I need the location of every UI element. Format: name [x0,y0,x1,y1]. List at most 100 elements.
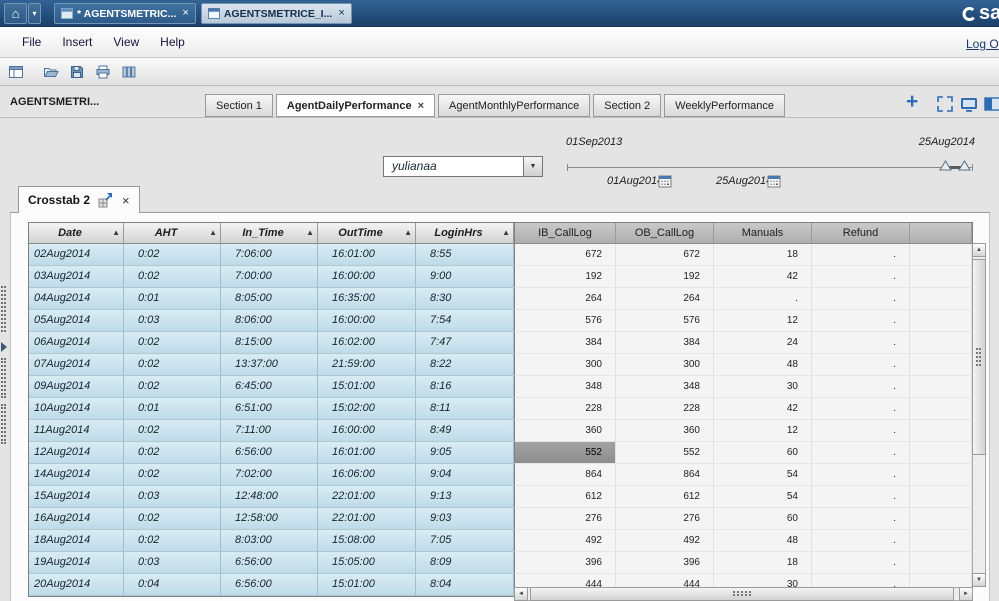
cell-manuals[interactable]: 48 [714,530,812,552]
cell-ib[interactable]: 264 [514,288,616,310]
cell-manuals[interactable]: 12 [714,310,812,332]
cell-login_hrs[interactable]: 8:09 [416,552,514,574]
cell-spacer[interactable] [910,376,972,398]
cell-refund[interactable]: . [812,530,910,552]
cell-login_hrs[interactable]: 8:30 [416,288,514,310]
scroll-right-button[interactable]: ► [959,587,973,601]
sort-ascending-icon[interactable]: ▲ [502,229,510,237]
cell-ob[interactable]: 396 [616,552,714,574]
cell-login_hrs[interactable]: 9:03 [416,508,514,530]
cell-aht[interactable]: 0:03 [124,310,221,332]
cell-aht[interactable]: 0:02 [124,354,221,376]
cell-spacer[interactable] [910,244,972,266]
cell-date[interactable]: 12Aug2014 [29,442,124,464]
cell-aht[interactable]: 0:01 [124,288,221,310]
cell-ib[interactable]: 192 [514,266,616,288]
panel-splitter-grip[interactable] [1,404,6,444]
home-button[interactable]: ⌂ [4,3,27,24]
cell-login_hrs[interactable]: 9:05 [416,442,514,464]
add-section-button[interactable]: + [906,90,918,114]
cell-date[interactable]: 16Aug2014 [29,508,124,530]
cell-login_hrs[interactable]: 9:04 [416,464,514,486]
cell-in_time[interactable]: 7:11:00 [221,420,318,442]
cell-aht[interactable]: 0:02 [124,376,221,398]
column-header-out_time[interactable]: OutTime▲ [318,223,416,244]
menu-view[interactable]: View [113,35,139,49]
split-view-button[interactable] [984,95,999,113]
cell-spacer[interactable] [910,530,972,552]
sort-ascending-icon[interactable]: ▲ [112,229,120,237]
cell-in_time[interactable]: 7:02:00 [221,464,318,486]
print-button[interactable] [91,61,115,83]
cell-manuals[interactable]: 54 [714,486,812,508]
cell-date[interactable]: 03Aug2014 [29,266,124,288]
cell-date[interactable]: 04Aug2014 [29,288,124,310]
cell-login_hrs[interactable]: 7:05 [416,530,514,552]
cell-spacer[interactable] [910,332,972,354]
column-header-date[interactable]: Date▲ [29,223,124,244]
cell-ob[interactable]: 360 [616,420,714,442]
cell-ib[interactable]: 552 [514,442,616,464]
cell-spacer[interactable] [910,398,972,420]
cell-aht[interactable]: 0:01 [124,398,221,420]
close-icon[interactable]: × [338,8,344,19]
panel-splitter-grip[interactable] [1,358,6,398]
cell-date[interactable]: 09Aug2014 [29,376,124,398]
close-icon[interactable]: × [182,8,188,19]
cell-spacer[interactable] [910,552,972,574]
cell-in_time[interactable]: 12:48:00 [221,486,318,508]
cell-ib[interactable]: 864 [514,464,616,486]
close-icon[interactable]: × [122,193,130,208]
cell-login_hrs[interactable]: 8:22 [416,354,514,376]
panel-expand-arrow[interactable] [1,342,7,352]
cell-in_time[interactable]: 8:05:00 [221,288,318,310]
cell-manuals[interactable]: 54 [714,464,812,486]
cell-in_time[interactable]: 8:06:00 [221,310,318,332]
cell-in_time[interactable]: 13:37:00 [221,354,318,376]
log-off-link[interactable]: Log O [966,37,999,51]
cell-date[interactable]: 15Aug2014 [29,486,124,508]
home-menu-caret-button[interactable]: ▾ [28,3,41,24]
close-icon[interactable]: × [418,100,424,112]
cell-date[interactable]: 06Aug2014 [29,332,124,354]
cell-manuals[interactable]: 12 [714,420,812,442]
cell-ib[interactable]: 492 [514,530,616,552]
cell-ob[interactable]: 864 [616,464,714,486]
cell-login_hrs[interactable]: 9:00 [416,266,514,288]
cell-aht[interactable]: 0:02 [124,244,221,266]
cell-aht[interactable]: 0:04 [124,574,221,596]
full-screen-button[interactable] [960,95,978,113]
cell-ob[interactable]: 672 [616,244,714,266]
cell-out_time[interactable]: 16:02:00 [318,332,416,354]
cell-out_time[interactable]: 16:06:00 [318,464,416,486]
cell-ib[interactable]: 348 [514,376,616,398]
column-header-in_time[interactable]: In_Time▲ [221,223,318,244]
cell-ob[interactable]: 276 [616,508,714,530]
dropdown-arrow-icon[interactable]: ▼ [523,157,542,176]
pivot-icon[interactable] [98,192,114,208]
cell-date[interactable]: 02Aug2014 [29,244,124,266]
tab-section-2[interactable]: Section 2 [593,94,661,117]
cell-spacer[interactable] [910,508,972,530]
cell-out_time[interactable]: 22:01:00 [318,486,416,508]
cell-out_time[interactable]: 21:59:00 [318,354,416,376]
scroll-down-button[interactable]: ▼ [972,573,986,587]
cell-ob[interactable]: 192 [616,266,714,288]
cell-in_time[interactable]: 7:00:00 [221,266,318,288]
cell-refund[interactable]: . [812,464,910,486]
menu-insert[interactable]: Insert [62,35,92,49]
cell-out_time[interactable]: 16:00:00 [318,266,416,288]
cell-ob[interactable]: 264 [616,288,714,310]
column-header-login_hrs[interactable]: LoginHrs▲ [416,223,514,244]
cell-refund[interactable]: . [812,552,910,574]
cell-refund[interactable]: . [812,332,910,354]
sort-ascending-icon[interactable]: ▲ [306,229,314,237]
cell-manuals[interactable]: 42 [714,398,812,420]
cell-date[interactable]: 05Aug2014 [29,310,124,332]
scroll-up-button[interactable]: ▲ [972,243,986,257]
cell-spacer[interactable] [910,464,972,486]
expand-view-button[interactable] [936,95,954,113]
cell-manuals[interactable]: 30 [714,376,812,398]
columns-button[interactable] [117,61,141,83]
banner-tab-agentsmetric[interactable]: * AGENTSMETRIC... × [54,3,196,24]
